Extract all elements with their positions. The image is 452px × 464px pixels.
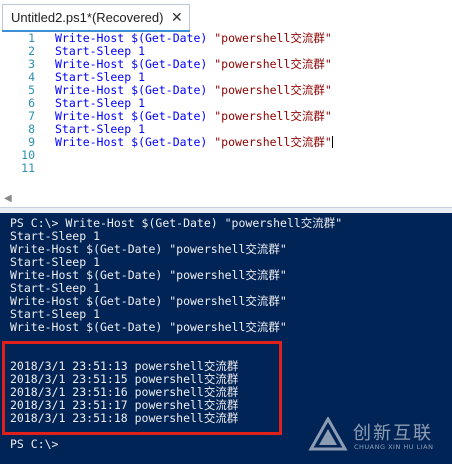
close-icon[interactable]: ✕	[171, 9, 183, 26]
code-command: Start-Sleep 1	[55, 70, 146, 84]
line-number: 11	[21, 161, 35, 175]
tab-bar: Untitled2.ps1*(Recovered) ✕	[0, 0, 452, 33]
code-string: "powershell交流群"	[214, 83, 332, 97]
watermark-logo-icon	[308, 417, 348, 451]
line-number-gutter: 1 2 3 4 5 6 7 8 9 10 11	[0, 32, 40, 182]
code-string: "powershell交流群"	[214, 57, 332, 71]
tab-untitled2[interactable]: Untitled2.ps1*(Recovered) ✕	[2, 4, 190, 31]
code-string: "powershell交流群"	[214, 31, 332, 45]
code-command: Write-Host $(Get-Date)	[55, 135, 215, 149]
code-command: Write-Host $(Get-Date)	[55, 83, 215, 97]
console-echo-line: Write-Host $(Get-Date) "powershell交流群"	[10, 320, 287, 334]
script-editor[interactable]: Untitled2.ps1*(Recovered) ✕ 1 2 3 4 5 6 …	[0, 0, 452, 207]
code-command: Write-Host $(Get-Date)	[55, 57, 215, 71]
code-command: Start-Sleep 1	[55, 44, 146, 58]
code-command: Start-Sleep 1	[55, 96, 146, 110]
scroll-left-icon[interactable]: ◀	[4, 193, 12, 204]
code-command: Write-Host $(Get-Date)	[55, 109, 215, 123]
code-command: Write-Host $(Get-Date)	[55, 31, 215, 45]
text-caret	[331, 136, 333, 148]
code-line[interactable]: Write-Host $(Get-Date) "powershell交流群"	[55, 136, 333, 149]
code-string: "powershell交流群"	[214, 109, 332, 123]
watermark: 创新互联 CHUANG XIN HU LIAN	[308, 413, 450, 459]
watermark-text-en: CHUANG XIN HU LIAN	[354, 443, 434, 451]
code-command: Start-Sleep 1	[55, 122, 146, 136]
console-prompt[interactable]: PS C:\>	[10, 438, 58, 451]
code-string: "powershell交流群"	[214, 135, 332, 149]
tab-title: Untitled2.ps1*(Recovered)	[11, 10, 164, 25]
watermark-text-cn: 创新互联	[353, 423, 433, 444]
output-highlight-box	[2, 341, 282, 435]
horizontal-scrollbar[interactable]: ◀	[0, 192, 452, 207]
